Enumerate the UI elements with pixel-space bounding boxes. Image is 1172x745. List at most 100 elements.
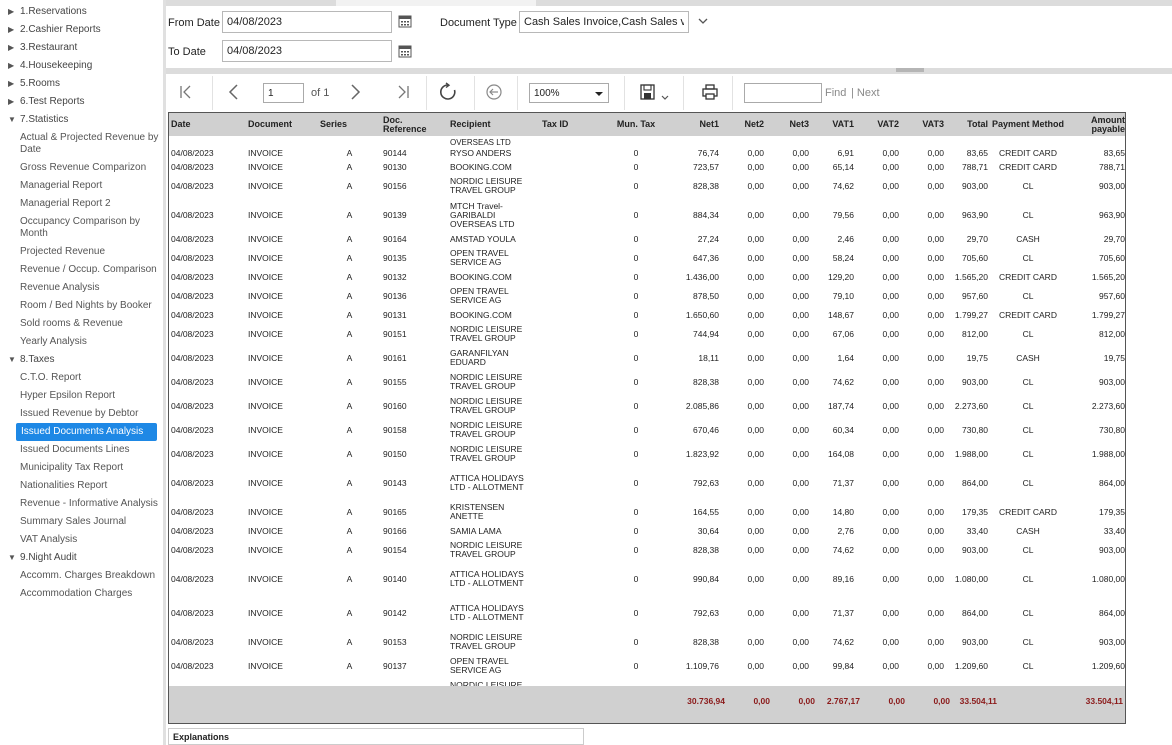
net2-cell: 0,00: [747, 506, 764, 517]
nav-group-item[interactable]: ▶ 5.Rooms: [0, 75, 163, 93]
mun-tax-cell: 0: [633, 233, 639, 244]
nav-item-statistics-7[interactable]: Revenue Analysis: [0, 279, 163, 297]
document-cell: INVOICE: [248, 352, 283, 363]
calendar-icon[interactable]: [398, 44, 412, 58]
report-toolbar: of 1 100%: [166, 74, 1172, 112]
find-link[interactable]: Find: [825, 87, 846, 99]
net1-cell: 828,38: [693, 544, 719, 555]
column-header[interactable]: Payment Method: [990, 113, 1066, 136]
total-cell: 963,90: [962, 209, 988, 220]
nav-item-statistics-3[interactable]: Managerial Report 2: [0, 195, 163, 213]
print-icon[interactable]: [700, 82, 720, 102]
tax-id-cell: [540, 466, 607, 500]
net2-cell: 0,00: [747, 161, 764, 172]
first-page-icon[interactable]: [176, 82, 196, 102]
page-number-input[interactable]: [263, 83, 304, 103]
column-header[interactable]: VAT3: [901, 113, 946, 136]
nav-group-item[interactable]: ▶ 2.Cashier Reports: [0, 21, 163, 39]
mun-tax-cell: 0: [633, 147, 639, 158]
toolbar-separator: [624, 76, 625, 110]
tax-id-cell: [540, 524, 607, 538]
nav-item-statistics-4[interactable]: Occupancy Comparison by Month: [0, 213, 163, 243]
nav-group-night_audit[interactable]: ▼ 9.Night Audit: [0, 549, 163, 567]
document-cell: INVOICE: [248, 660, 283, 671]
from-date-input[interactable]: [222, 11, 392, 33]
nav-item-statistics-10[interactable]: Yearly Analysis: [0, 333, 163, 351]
net3-cell: 0,00: [792, 525, 809, 536]
nav-item-statistics-0[interactable]: Actual & Projected Revenue by Date: [0, 129, 163, 159]
nav-item-statistics-9[interactable]: Sold rooms & Revenue: [0, 315, 163, 333]
column-header[interactable]: Net1: [665, 113, 721, 136]
vat1-cell: 148,67: [828, 309, 854, 320]
nav-item-taxes-0[interactable]: C.T.O. Report: [0, 369, 163, 387]
caret-right-icon: ▶: [8, 61, 15, 70]
net1-cell: 723,57: [693, 161, 719, 172]
column-header[interactable]: Date: [169, 113, 246, 136]
nav-group-item[interactable]: ▶ 3.Restaurant: [0, 39, 163, 57]
column-header[interactable]: Total: [946, 113, 990, 136]
column-header[interactable]: Series: [318, 113, 381, 136]
amount-payable-cell: 903,00: [1099, 544, 1125, 555]
last-page-icon[interactable]: [393, 82, 413, 102]
date-cell: 04/08/2023: [171, 660, 214, 671]
next-link[interactable]: | Next: [851, 87, 880, 99]
chevron-down-icon[interactable]: [660, 90, 670, 108]
payment-method-cell: CASH: [1016, 525, 1040, 536]
column-header[interactable]: Tax ID: [540, 113, 607, 136]
column-header[interactable]: VAT2: [856, 113, 901, 136]
column-header[interactable]: VAT1: [811, 113, 856, 136]
next-page-icon[interactable]: [345, 82, 365, 102]
to-date-input[interactable]: [222, 40, 392, 62]
table-row: 04/08/2023 INVOICE A 90140 ATTICA HOLIDAYS L…: [169, 562, 1125, 596]
column-header[interactable]: Net3: [766, 113, 811, 136]
nav-item-statistics-1[interactable]: Gross Revenue Comparizon: [0, 159, 163, 177]
document-type-input[interactable]: [519, 11, 689, 33]
nav-group-statistics[interactable]: ▼ 7.Statistics: [0, 111, 163, 129]
nav-item-statistics-5[interactable]: Projected Revenue: [0, 243, 163, 261]
nav-item-taxes-8[interactable]: Summary Sales Journal: [0, 513, 163, 531]
date-cell: 04/08/2023: [171, 506, 214, 517]
nav-item-statistics-2[interactable]: Managerial Report: [0, 177, 163, 195]
column-header[interactable]: Amount payable: [1066, 113, 1125, 136]
nav-item-taxes-2[interactable]: Issued Revenue by Debtor: [0, 405, 163, 423]
column-header[interactable]: Mun. Tax: [607, 113, 665, 136]
vat3-cell: 0,00: [927, 544, 944, 555]
total-cell: 788,71: [962, 161, 988, 172]
payment-method-cell: CASH: [1016, 233, 1040, 244]
nav-group-taxes[interactable]: ▼ 8.Taxes: [0, 351, 163, 369]
refresh-icon[interactable]: [438, 82, 458, 102]
nav-item-taxes-3[interactable]: Issued Documents Analysis: [16, 423, 157, 441]
nav-item-taxes-7[interactable]: Revenue - Informative Analysis: [0, 495, 163, 513]
nav-item-taxes-6[interactable]: Nationalities Report: [0, 477, 163, 495]
nav-group-item[interactable]: ▶ 6.Test Reports: [0, 93, 163, 111]
column-header[interactable]: Recipient: [448, 113, 540, 136]
vat3-cell: 0,00: [927, 448, 944, 459]
save-icon[interactable]: [638, 82, 658, 102]
caret-right-icon: ▶: [8, 79, 15, 88]
column-header[interactable]: Net2: [721, 113, 766, 136]
nav-item-taxes-1[interactable]: Hyper Epsilon Report: [0, 387, 163, 405]
splitter-grip[interactable]: [896, 68, 924, 72]
vat1-cell: 71,37: [832, 477, 854, 488]
nav-group-item[interactable]: ▶ 1.Reservations: [0, 3, 163, 21]
nav-item-taxes-5[interactable]: Municipality Tax Report: [0, 459, 163, 477]
nav-group-item[interactable]: ▶ 4.Housekeeping: [0, 57, 163, 75]
previous-page-icon[interactable]: [224, 82, 244, 102]
nav-item-taxes-4[interactable]: Issued Documents Lines: [0, 441, 163, 459]
nav-item-night_audit-1[interactable]: Accommodation Charges: [0, 585, 163, 603]
mun-tax-cell: 0: [633, 636, 639, 647]
nav-item-night_audit-0[interactable]: Accomm. Charges Breakdown: [0, 567, 163, 585]
column-header[interactable]: Document: [246, 113, 318, 136]
nav-item-statistics-6[interactable]: Revenue / Occup. Comparison: [0, 261, 163, 279]
nav-item-statistics-8[interactable]: Room / Bed Nights by Booker: [0, 297, 163, 315]
calendar-icon[interactable]: [398, 14, 412, 28]
zoom-select[interactable]: 100%: [529, 83, 609, 103]
mun-tax-cell: 0: [633, 271, 639, 282]
chevron-down-icon[interactable]: [696, 14, 710, 28]
find-input[interactable]: [744, 83, 822, 103]
nav-item-taxes-9[interactable]: VAT Analysis: [0, 531, 163, 549]
active-tab[interactable]: [336, 0, 536, 6]
back-icon[interactable]: [484, 82, 504, 102]
vat3-cell: 0,00: [927, 309, 944, 320]
column-header[interactable]: Doc. Reference: [381, 113, 448, 136]
